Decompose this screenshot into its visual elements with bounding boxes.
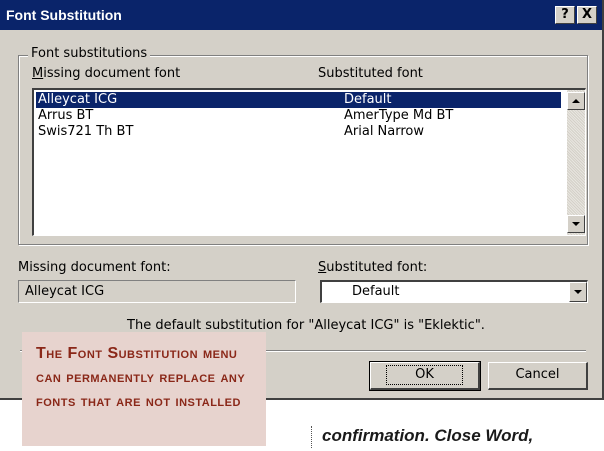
scroll-up-button[interactable] [567, 92, 585, 110]
column-header-substituted-font: Substituted font [318, 66, 423, 81]
column-header-missing-font: Missing document font [32, 66, 180, 81]
ok-button-label: OK [386, 365, 463, 385]
group-legend: Font substitutions [28, 46, 151, 61]
close-button[interactable]: X [577, 6, 597, 24]
missing-font-cell: Swis721 Th BT [38, 124, 134, 139]
dropdown-button[interactable] [569, 282, 587, 302]
help-button[interactable]: ? [555, 6, 575, 24]
missing-font-label: Missing document font: [18, 260, 171, 275]
arrow-down-icon [572, 222, 580, 226]
caption-callout: The Font Substitution menu can permanent… [22, 332, 266, 446]
substituted-font-cell: Arial Narrow [344, 124, 425, 139]
missing-font-field: Alleycat ICG [18, 280, 296, 303]
article-text: confirmation. Close Word, [322, 426, 534, 445]
title-bar[interactable]: Font Substitution ? X [0, 0, 602, 30]
substituted-font-value: Default [352, 284, 400, 299]
column-header-missing-rest: issing document font [43, 66, 181, 81]
substitution-listbox[interactable]: Alleycat ICG Default Arrus BT AmerType M… [32, 88, 586, 236]
missing-font-cell: Arrus BT [38, 108, 94, 123]
vertical-scrollbar[interactable] [567, 90, 585, 235]
substituted-font-label: Substituted font: [318, 260, 427, 275]
accelerator-m: M [32, 66, 44, 81]
substituted-font-cell: Default [344, 92, 392, 107]
missing-font-cell: Alleycat ICG [38, 92, 118, 107]
list-row[interactable]: Alleycat ICG Default [36, 92, 561, 108]
dialog-title: Font Substitution [6, 7, 122, 23]
cancel-button[interactable]: Cancel [488, 362, 588, 390]
callout-text: The Font Substitution menu can permanent… [36, 345, 246, 410]
column-rule [311, 426, 312, 448]
arrow-up-icon [572, 99, 580, 103]
default-substitution-note: The default substitution for "Alleycat I… [127, 318, 485, 333]
list-row[interactable]: Arrus BT AmerType Md BT [36, 108, 561, 124]
substituted-font-label-rest: ubstituted font: [326, 260, 428, 275]
ok-button[interactable]: OK [369, 361, 481, 391]
scroll-down-button[interactable] [567, 215, 585, 233]
list-row[interactable]: Swis721 Th BT Arial Narrow [36, 124, 561, 140]
chevron-down-icon [574, 290, 582, 294]
substituted-font-cell: AmerType Md BT [344, 108, 454, 123]
substituted-font-combobox[interactable]: Default [320, 280, 588, 303]
